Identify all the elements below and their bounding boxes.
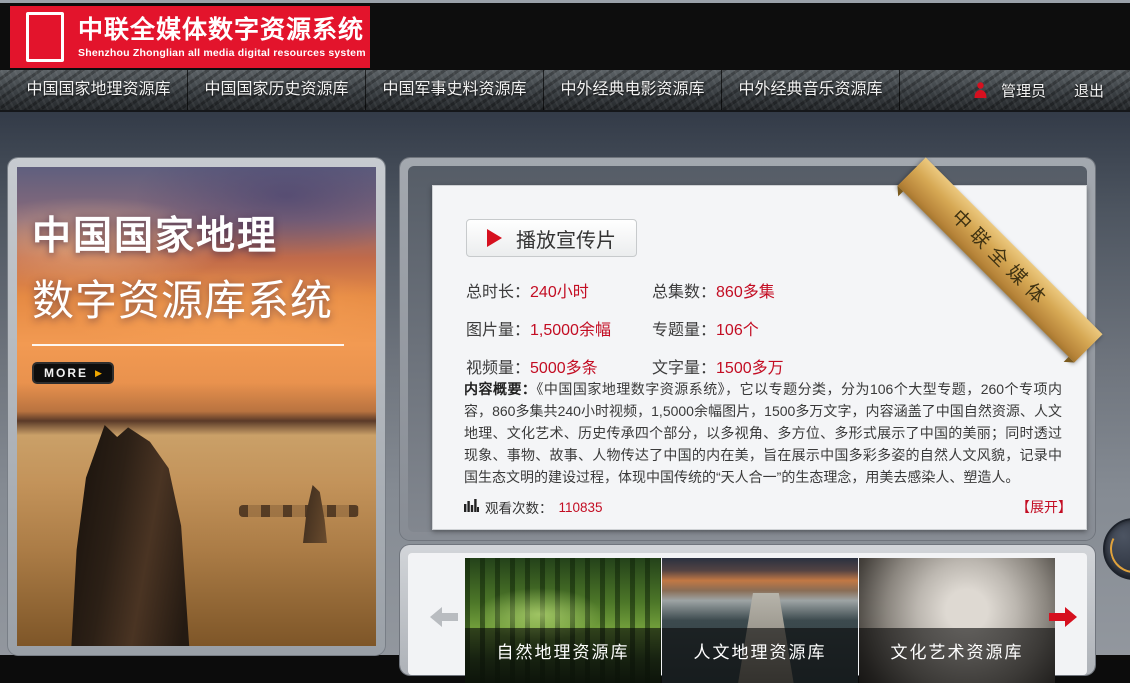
logout-link[interactable]: 退出 — [1074, 80, 1104, 101]
stat-image-count: 图片量：1,5000余幅 — [466, 316, 652, 340]
nav-item-music-library[interactable]: 中外经典音乐资源库 — [722, 70, 900, 110]
stat-video-count: 视频量：5000多条 — [466, 354, 652, 378]
stat-text-count: 文字量：1500多万 — [652, 354, 784, 378]
play-button-label: 播放宣传片 — [516, 224, 616, 253]
carousel-item-culture-art[interactable]: 文化艺术资源库 — [859, 558, 1055, 683]
stat-topic-count: 专题量：106个 — [652, 316, 784, 340]
content-summary: 内容概要：《中国国家地理数字资源系统》，它以专题分类，分为106个大型专题，26… — [464, 378, 1062, 488]
hero-title-line2: 数字资源库系统 — [32, 267, 344, 328]
carousel-caption: 文化艺术资源库 — [859, 628, 1055, 683]
stat-total-episodes: 总集数：860多集 — [652, 278, 784, 302]
carousel-next-button[interactable] — [1049, 607, 1077, 632]
carousel-inner: 自然地理资源库 人文地理资源库 文化艺术资源库 — [408, 553, 1087, 675]
play-promo-button[interactable]: 播放宣传片 — [466, 219, 637, 257]
hero-panel: 中国国家地理 数字资源库系统 MORE ▶ — [8, 158, 385, 655]
carousel-caption: 自然地理资源库 — [465, 628, 661, 683]
summary-label: 内容概要： — [464, 381, 536, 397]
bar-chart-icon — [464, 499, 479, 515]
nav-item-military-library[interactable]: 中国军事史料资源库 — [366, 70, 544, 110]
logo-text: 中联全媒体数字资源系统 Shenzhou Zhonglian all media… — [78, 15, 366, 59]
hero-divider-rule — [32, 344, 344, 346]
expand-link[interactable]: 【展开】 — [1016, 497, 1072, 517]
more-arrow-icon: ▶ — [95, 368, 102, 379]
play-icon — [487, 229, 502, 247]
nav-item-history-library[interactable]: 中国国家历史资源库 — [188, 70, 366, 110]
small-rock-art — [303, 485, 327, 543]
carousel-prev-button[interactable] — [430, 607, 458, 632]
hero-title-line1: 中国国家地理 — [32, 205, 344, 261]
views-row: 观看次数： 110835 — [464, 497, 603, 517]
logo[interactable]: 中联全媒体数字资源系统 Shenzhou Zhonglian all media… — [10, 6, 370, 68]
carousel-tiles: 自然地理资源库 人文地理资源库 文化艺术资源库 — [465, 558, 1055, 683]
info-panel: 播放宣传片 总时长：240小时 总集数：860多集 图片量：1,5000余幅 专… — [400, 158, 1095, 540]
nav-item-film-library[interactable]: 中外经典电影资源库 — [544, 70, 722, 110]
admin-link[interactable]: 管理员 — [1001, 80, 1046, 101]
book-logo-icon — [26, 12, 64, 62]
carousel-item-natural-geography[interactable]: 自然地理资源库 — [465, 558, 661, 683]
carousel-panel: 自然地理资源库 人文地理资源库 文化艺术资源库 — [400, 545, 1095, 675]
user-icon — [974, 82, 987, 98]
logo-subtitle: Shenzhou Zhonglian all media digital res… — [78, 47, 366, 59]
views-count: 110835 — [559, 500, 603, 515]
nav-user-area: 管理员 退出 — [974, 70, 1104, 110]
carousel-item-human-geography[interactable]: 人文地理资源库 — [662, 558, 858, 683]
stats-grid: 总时长：240小时 总集数：860多集 图片量：1,5000余幅 专题量：106… — [466, 278, 784, 378]
main-nav: 中国国家地理资源库 中国国家历史资源库 中国军事史料资源库 中外经典电影资源库 … — [0, 70, 1130, 112]
logo-title: 中联全媒体数字资源系统 — [78, 15, 366, 45]
top-header-bar: 中联全媒体数字资源系统 Shenzhou Zhonglian all media… — [0, 3, 1130, 70]
distant-rocks-art — [239, 505, 359, 517]
hero-text-block: 中国国家地理 数字资源库系统 MORE ▶ — [32, 205, 344, 384]
more-button[interactable]: MORE ▶ — [32, 362, 114, 384]
pinnacle-rock-art — [61, 425, 217, 646]
more-button-label: MORE — [44, 366, 88, 380]
nav-item-geography-library[interactable]: 中国国家地理资源库 — [10, 70, 188, 110]
carousel-caption: 人文地理资源库 — [662, 628, 858, 683]
summary-text: 《中国国家地理数字资源系统》，它以专题分类，分为106个大型专题，260个专项内… — [464, 381, 1062, 485]
hero-poster[interactable]: 中国国家地理 数字资源库系统 MORE ▶ — [17, 167, 376, 646]
stat-total-duration: 总时长：240小时 — [466, 278, 652, 302]
views-label: 观看次数： — [485, 497, 553, 517]
